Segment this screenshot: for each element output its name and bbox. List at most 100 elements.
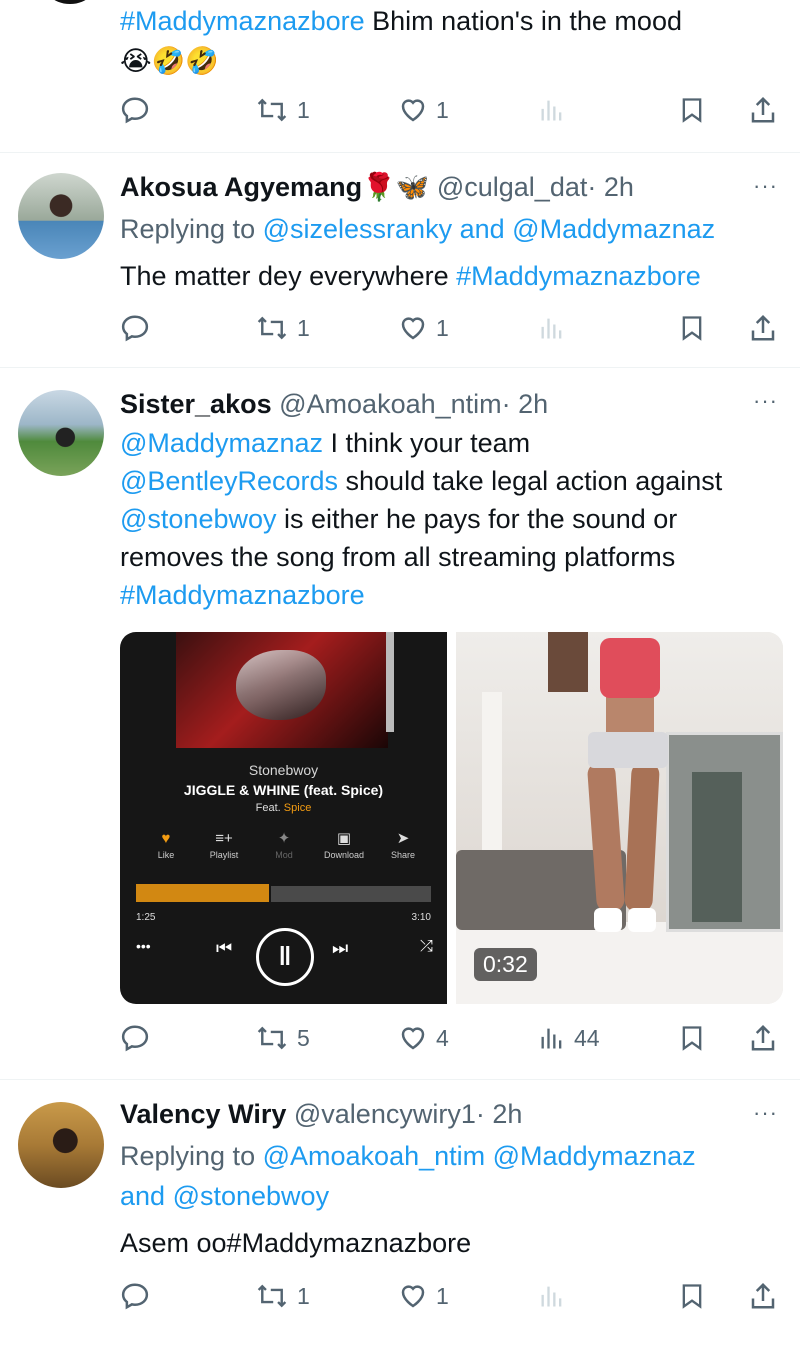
audio-waveform <box>136 884 431 902</box>
retweet-icon <box>257 1284 287 1308</box>
like-count: 1 <box>436 314 449 341</box>
timestamp[interactable]: · 2h <box>587 172 634 202</box>
tweet-text-body: The matter dey everywhere <box>120 261 457 291</box>
share-button[interactable] <box>748 1276 778 1316</box>
retweet-count: 5 <box>297 1024 310 1051</box>
sparkle-icon: ✦ <box>277 830 291 847</box>
video-thumbnail[interactable]: 0:32 <box>456 632 783 1004</box>
handle[interactable]: @valencywiry1 <box>294 1099 476 1129</box>
hashtag-link[interactable]: #Maddymaznazbore <box>456 261 701 291</box>
views-button[interactable] <box>538 1276 566 1316</box>
mention-link[interactable]: @stonebwoy <box>120 504 277 534</box>
mention-link[interactable]: @Maddymaznaz <box>120 428 323 458</box>
mention-link[interactable]: @Maddymaznaz <box>493 1141 696 1171</box>
reply-button[interactable] <box>120 308 150 348</box>
bookmark-button[interactable] <box>678 90 706 130</box>
mention-link[interactable]: @sizelessranky <box>263 214 452 244</box>
tweet-text: #Maddymaznazbore Bhim nation's in the mo… <box>120 2 780 40</box>
action-bar: 1 1 <box>120 90 780 130</box>
mention-link[interactable]: @stonebwoy <box>173 1181 330 1211</box>
mention-link[interactable]: @BentleyRecords <box>120 466 338 496</box>
player-playlist: ≡+ Playlist <box>194 828 254 860</box>
share-button[interactable] <box>748 1018 778 1058</box>
like-count: 4 <box>436 1024 449 1051</box>
timestamp[interactable]: · 2h <box>476 1099 523 1129</box>
player-artist: Stonebwoy <box>248 762 319 778</box>
heart-icon: ♥ <box>161 830 171 847</box>
share-button[interactable] <box>748 90 778 130</box>
mention-link[interactable]: @Maddymaznaz <box>512 214 715 244</box>
reply-button[interactable] <box>120 1018 150 1058</box>
action-bar: 1 1 <box>120 308 780 348</box>
like-button[interactable]: 1 <box>398 90 449 130</box>
share-icon <box>751 314 775 341</box>
avatar[interactable] <box>18 173 104 259</box>
bookmark-button[interactable] <box>678 308 706 348</box>
reply-icon <box>121 97 149 124</box>
video-duration-badge: 0:32 <box>474 948 537 981</box>
hashtag-link[interactable]: #Maddymaznazbore <box>120 580 365 610</box>
avatar[interactable] <box>18 1102 104 1188</box>
tweet-0[interactable]: #Maddymaznazbore Bhim nation's in the mo… <box>0 0 800 153</box>
timestamp[interactable]: · 2h <box>502 389 549 419</box>
reply-button[interactable] <box>120 90 150 130</box>
ctrl-label: Mod <box>275 850 293 860</box>
retweet-button[interactable]: 5 <box>255 1018 310 1058</box>
reply-icon <box>121 1283 149 1310</box>
retweet-button[interactable]: 1 <box>255 90 310 130</box>
bookmark-icon <box>682 1284 702 1309</box>
music-player-image[interactable]: Stonebwoy JIGGLE & WHINE (feat. Spice) F… <box>120 632 447 1004</box>
bookmark-button[interactable] <box>678 1276 706 1316</box>
display-name[interactable]: Valency Wiry <box>120 1099 286 1129</box>
text-span: is either he pays for the sound or <box>276 504 678 534</box>
player-download: ▣ Download <box>314 828 374 860</box>
player-feat: Feat. Spice <box>120 802 447 814</box>
views-button[interactable] <box>538 308 566 348</box>
tweet-1[interactable]: ··· Akosua Agyemang🌹🦋 @culgal_dat· 2h Re… <box>0 153 800 368</box>
retweet-button[interactable]: 1 <box>255 308 310 348</box>
pause-icon: ǁ <box>256 928 314 986</box>
hashtag-link[interactable]: #Maddymaznazbore <box>120 6 365 36</box>
tweet-text: The matter dey everywhere #Maddymaznazbo… <box>120 257 780 295</box>
views-button[interactable]: 44 <box>538 1018 600 1058</box>
replying-and: and <box>459 214 505 244</box>
avatar[interactable] <box>18 390 104 476</box>
display-name[interactable]: Sister_akos <box>120 389 272 419</box>
retweet-icon <box>257 1026 287 1050</box>
player-share: ➤ Share <box>373 828 433 860</box>
views-button[interactable] <box>538 90 566 130</box>
ctrl-label: Like <box>157 850 175 860</box>
emoji-line: 😭🤣🤣 <box>120 46 219 76</box>
reply-button[interactable] <box>120 1276 150 1316</box>
retweet-count: 1 <box>297 96 310 123</box>
avatar[interactable] <box>38 0 102 4</box>
like-button[interactable]: 4 <box>398 1018 449 1058</box>
ctrl-label: Download <box>323 850 365 860</box>
share-icon <box>751 96 775 123</box>
mention-link[interactable]: @Amoakoah_ntim <box>263 1141 486 1171</box>
like-button[interactable]: 1 <box>398 308 449 348</box>
ctrl-label: Playlist <box>209 850 239 860</box>
handle[interactable]: @culgal_dat <box>437 172 588 202</box>
reply-icon <box>121 315 149 342</box>
retweet-button[interactable]: 1 <box>255 1276 310 1316</box>
share-button[interactable] <box>748 308 778 348</box>
like-button[interactable]: 1 <box>398 1276 449 1316</box>
playlist-icon: ≡+ <box>215 830 233 847</box>
like-count: 1 <box>436 1282 449 1309</box>
tweet-media: Stonebwoy JIGGLE & WHINE (feat. Spice) F… <box>120 632 783 1004</box>
replying-to: Replying to @Amoakoah_ntim @Maddymaznaz … <box>120 1136 780 1216</box>
more-icon: ••• <box>136 938 151 954</box>
tweet-3[interactable]: ··· Valency Wiry @valencywiry1· 2h Reply… <box>0 1080 800 1347</box>
text-span: removes the song from all streaming plat… <box>120 542 676 572</box>
heart-icon <box>401 1285 425 1308</box>
retweet-count: 1 <box>297 314 310 341</box>
bookmark-button[interactable] <box>678 1018 706 1058</box>
tweet-text-body: Bhim nation's in the mood <box>364 6 682 36</box>
handle[interactable]: @Amoakoah_ntim <box>279 389 502 419</box>
ctrl-label: Share <box>390 850 416 860</box>
text-line: @Maddymaznaz I think your team <box>120 424 780 462</box>
views-icon <box>541 1028 562 1049</box>
display-name[interactable]: Akosua Agyemang <box>120 172 362 202</box>
feat-label: Feat. <box>255 802 281 814</box>
